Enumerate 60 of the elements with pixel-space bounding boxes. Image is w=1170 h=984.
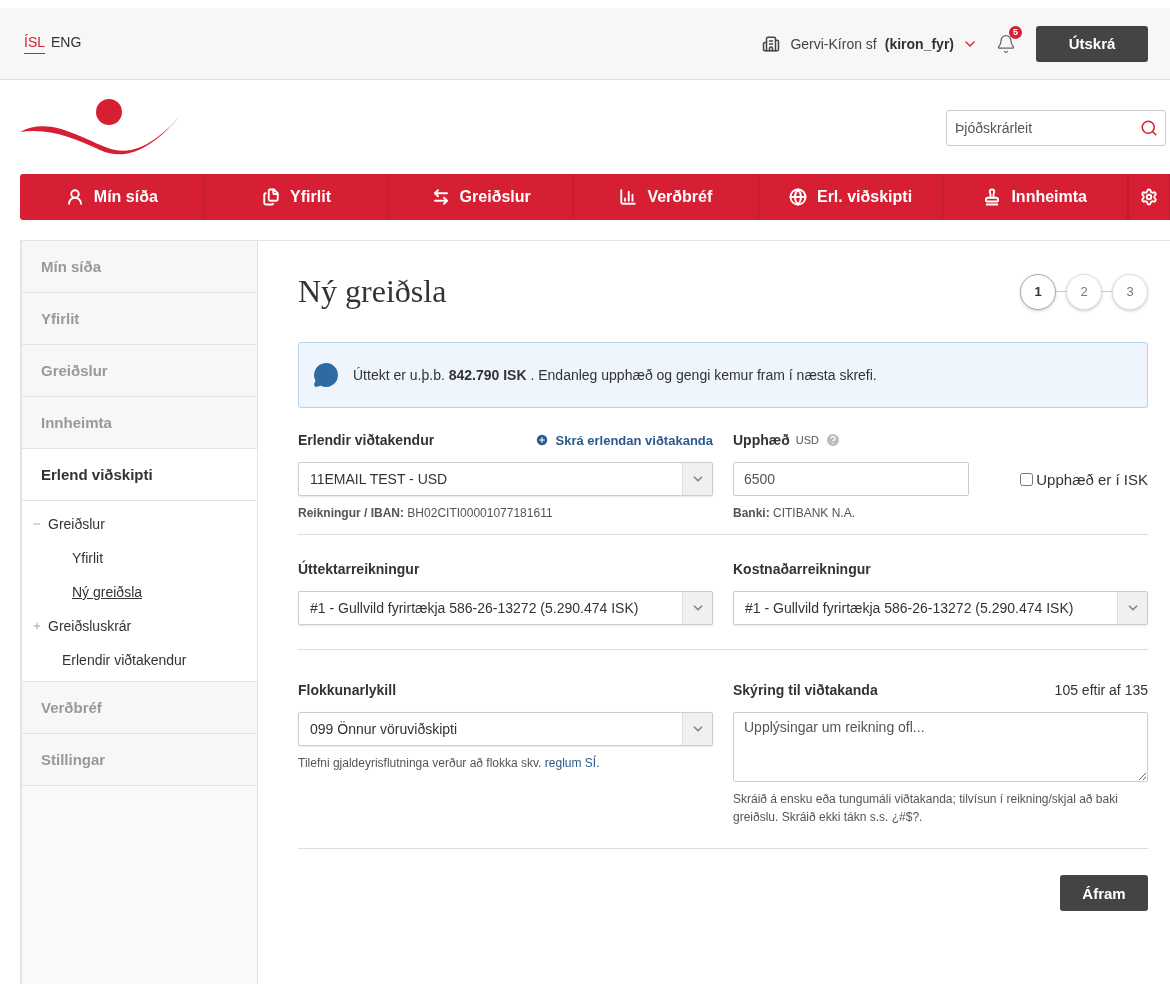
nav-item[interactable]: Erl. viðskipti [758, 174, 944, 220]
add-recipient-link[interactable]: Skrá erlendan viðtakanda [535, 432, 713, 448]
character-counter: 105 eftir af 135 [1054, 682, 1148, 698]
recipient-select[interactable]: 11EMAIL TEST - USD [298, 462, 713, 496]
bank-text: Banki: CITIBANK N.A. [733, 506, 857, 520]
building-icon [762, 34, 781, 53]
amount-field[interactable]: 6500 [733, 462, 969, 496]
nav-item[interactable]: Yfirlit [204, 174, 390, 220]
field-label: Skýring til viðtakanda [733, 682, 878, 698]
language-link[interactable]: ENG [51, 34, 82, 53]
language-link[interactable]: ÍSL [24, 33, 45, 54]
sidebar-subitem[interactable]: Erlendir viðtakendur [62, 652, 187, 668]
step-indicator: 2 [1066, 273, 1102, 310]
field-label: Flokkunarlykill [298, 682, 397, 698]
page-title: Ný greiðsla [298, 273, 447, 310]
field-label: Kostnaðarreikningur [733, 561, 871, 577]
search-icon[interactable] [1140, 119, 1158, 137]
plus-circle-icon [535, 433, 550, 447]
sidebar-subitem[interactable]: Yfirlit [72, 550, 104, 566]
username: (kiron_fyr) [884, 35, 954, 52]
field-label: Erlendir viðtakendur [298, 432, 435, 448]
field-label: Upphæð [733, 432, 790, 448]
globe-icon [788, 188, 807, 206]
nav-item[interactable]: Verðbréf [574, 174, 759, 220]
account-select[interactable]: #1 - Gullvild fyrirtækja 586-26-13272 (5.290.474 ISK) [298, 591, 713, 625]
nav-item[interactable]: Innheimta [943, 174, 1129, 220]
account-select[interactable]: #1 - Gullvild fyrirtækja 586-26-13272 (5.290.474 ISK) [733, 591, 1148, 625]
step-indicator: 3 [1112, 273, 1148, 310]
sidebar-item[interactable]: Erlend viðskipti [22, 449, 257, 501]
settings-button[interactable] [1128, 174, 1170, 220]
sidebar-subitem[interactable]: Greiðslur [48, 516, 105, 532]
bell-icon[interactable] [996, 33, 1016, 54]
category-note: Tilefni gjaldeyrisflutninga verður að flokka skv. reglum SÍ. [298, 754, 601, 772]
search-field[interactable]: Þjóðskrárleit [946, 110, 1166, 146]
category-select[interactable]: 099 Önnur vöruviðskipti [298, 712, 713, 746]
info-message: Úttekt er u.þ.b. 842.790 ISK . Endanleg upphæð og gengi kemur fram í næsta skrefi. [353, 367, 877, 383]
user-icon [65, 188, 84, 206]
arrows-icon [431, 188, 450, 206]
settings-icon [1140, 188, 1159, 206]
step-indicator: 1 [1020, 273, 1056, 310]
field-label: Úttektarreikningur [298, 561, 420, 577]
nav-item[interactable]: Greiðslur [389, 174, 574, 220]
logout-button[interactable]: Útskrá [1036, 25, 1148, 62]
iban-text: Reikningur / IBAN: BH02CITI00001077181611 [298, 506, 554, 520]
description-hint: Skráið á ensku eða tungumáli viðtakanda; tilvísun í reikning/skjal að baki greiðslu. Skráið ekki tákn s.s. ¿#$?. [733, 791, 1119, 826]
sidebar-subitem[interactable]: Greiðsluskrár [48, 618, 132, 634]
documents-icon [262, 188, 281, 206]
continue-button[interactable]: Áfram [1060, 875, 1148, 911]
checkbox-label: Upphæð er í ISK [1036, 470, 1148, 488]
nav-item[interactable]: Mín síða [20, 174, 205, 220]
bar-chart-icon [619, 188, 638, 206]
notification-badge: 5 [1009, 25, 1022, 39]
speech-bubble-icon [313, 362, 339, 388]
rules-link[interactable]: reglum SÍ [544, 756, 597, 770]
currency-label: USD [795, 434, 819, 446]
company-name: Gervi-Kíron sf [790, 35, 877, 52]
checkbox[interactable] [1020, 472, 1034, 486]
stamp-icon [983, 188, 1002, 206]
description-field[interactable]: Upplýsingar um reikning ofl... [733, 712, 1148, 782]
sidebar-subitem[interactable]: Ný greiðsla [72, 584, 143, 600]
